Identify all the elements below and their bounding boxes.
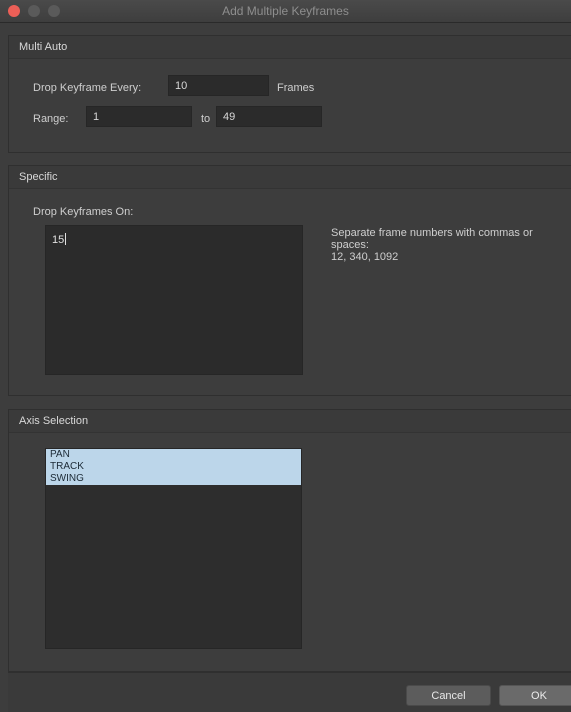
axis-item-track[interactable]: TRACK: [46, 461, 301, 473]
axis-selection-title: Axis Selection: [19, 415, 89, 427]
drop-on-textarea[interactable]: 15: [45, 225, 303, 375]
specific-title: Specific: [19, 171, 58, 183]
ok-button[interactable]: OK: [499, 685, 571, 706]
hint-line-1: Separate frame numbers with commas or: [331, 227, 533, 239]
axis-item-pan[interactable]: PAN: [46, 449, 301, 461]
range-from-input[interactable]: [86, 106, 192, 127]
hint-line-2: spaces:: [331, 239, 369, 251]
axis-selection-header: Axis Selection: [9, 410, 571, 433]
button-bar: Cancel OK: [8, 672, 571, 712]
drop-every-input[interactable]: [168, 75, 269, 96]
specific-header: Specific: [9, 166, 571, 189]
text-caret: [65, 233, 67, 245]
title-bar[interactable]: Add Multiple Keyframes: [0, 0, 571, 23]
frame-format-hint: Separate frame numbers with commas or sp…: [331, 227, 533, 263]
drop-on-label: Drop Keyframes On:: [33, 206, 134, 218]
frames-label: Frames: [277, 82, 315, 94]
axis-item-swing[interactable]: SWING: [46, 473, 301, 485]
multi-auto-section: Multi Auto Drop Keyframe Every: Frames R…: [8, 35, 571, 153]
multi-auto-title: Multi Auto: [19, 41, 68, 53]
hint-line-3: 12, 340, 1092: [331, 251, 399, 263]
range-to-input[interactable]: [216, 106, 322, 127]
range-to-label: to: [201, 113, 211, 125]
window-title: Add Multiple Keyframes: [222, 4, 349, 18]
range-label: Range:: [33, 113, 69, 125]
axis-listbox[interactable]: PAN TRACK SWING: [45, 448, 302, 649]
specific-section: Specific Drop Keyframes On: 15 Separate …: [8, 165, 571, 396]
cancel-button[interactable]: Cancel: [406, 685, 491, 706]
dialog-window: Add Multiple Keyframes Multi Auto Drop K…: [0, 0, 571, 712]
axis-selection-section: Axis Selection PAN TRACK SWING: [8, 409, 571, 672]
drop-on-text: 15: [52, 233, 67, 246]
multi-auto-header: Multi Auto: [9, 36, 571, 59]
drop-every-label: Drop Keyframe Every:: [33, 82, 142, 94]
